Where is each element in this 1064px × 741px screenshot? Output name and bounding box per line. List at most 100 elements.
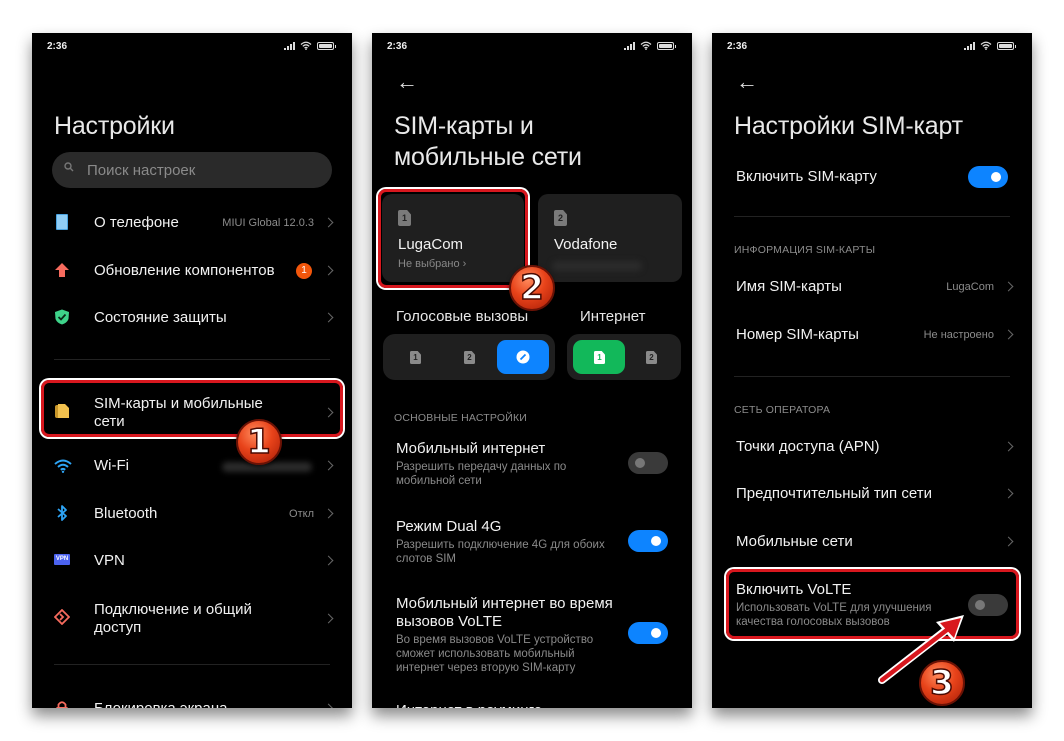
settings-item-component-update[interactable]: Обновление компонентов 1 (32, 261, 352, 281)
internet-selector: 1 2 (567, 334, 681, 380)
highlight-frame (41, 380, 343, 437)
item-label: Подключение и общий доступ (94, 601, 252, 636)
setting-title: Режим Dual 4G (396, 518, 502, 535)
ask-every-time-icon (516, 350, 530, 364)
section-header-basic: ОСНОВНЫЕ НАСТРОЙКИ (394, 412, 528, 424)
signal-icon (964, 41, 975, 50)
setting-title: Точки доступа (APN) (736, 438, 880, 455)
divider (54, 359, 330, 360)
setting-enable-sim[interactable]: Включить SIM-карту (712, 166, 1032, 188)
chevron-right-icon (1003, 536, 1014, 547)
update-arrow-icon (55, 263, 69, 277)
setting-sim-name[interactable]: Имя SIM-карты LugaCom (712, 278, 1032, 298)
divider (734, 216, 1010, 217)
section-header-operator: СЕТЬ ОПЕРАТОРА (734, 404, 831, 416)
setting-description-line: сможет использовать мобильный (396, 648, 575, 660)
setting-title-line: Мобильный интернет во время (396, 595, 613, 612)
setting-description-line: мобильной сети (396, 475, 482, 487)
chevron-right-icon (1003, 488, 1014, 499)
page-title: Настройки (54, 112, 175, 140)
chevron-right-icon (323, 613, 334, 624)
settings-item-lock-screen[interactable]: Блокировка экрана (32, 699, 352, 708)
settings-item-wifi[interactable]: Wi-Fi (32, 456, 352, 476)
enable-sim-toggle[interactable] (968, 166, 1008, 188)
setting-title: Включить SIM-карту (736, 168, 877, 185)
chevron-right-icon (323, 265, 334, 276)
wifi-icon (54, 459, 72, 473)
mobile-data-toggle[interactable] (628, 452, 668, 474)
setting-preferred-network-type[interactable]: Предпочтительный тип сети (712, 485, 1032, 505)
voice-option-sim1[interactable]: 1 (389, 340, 441, 374)
item-label: Wi-Fi (94, 457, 129, 474)
chevron-right-icon (1003, 329, 1014, 340)
sim-card-2[interactable]: 2 Vodafone (538, 194, 682, 282)
setting-description-line: Во время вызовов VoLTE устройство (396, 634, 594, 646)
setting-title: Имя SIM-карты (736, 278, 842, 295)
internet-option-sim1[interactable]: 1 (573, 340, 625, 374)
signal-icon (624, 41, 635, 50)
item-label: О телефоне (94, 214, 179, 231)
title-line-2: мобильные сети (394, 143, 582, 171)
chevron-right-icon (323, 555, 334, 566)
setting-data-during-volte[interactable]: Мобильный интернет во время вызовов VoLT… (372, 595, 692, 675)
status-bar: 2:36 (712, 33, 1032, 59)
chevron-right-icon (323, 703, 334, 708)
settings-item-about-phone[interactable]: О телефоне MIUI Global 12.0.3 (32, 213, 352, 233)
setting-title-line: вызовов VoLTE (396, 613, 502, 630)
item-value: Откл (289, 508, 314, 520)
setting-description-line: Разрешить подключение 4G для обоих (396, 539, 605, 551)
voice-option-ask[interactable] (497, 340, 549, 374)
step-badge: 3 (919, 660, 965, 706)
settings-item-bluetooth[interactable]: Bluetooth Откл (32, 504, 352, 524)
voice-calls-selector: 1 2 (383, 334, 555, 380)
back-arrow-icon[interactable]: ← (396, 69, 418, 95)
item-label: Обновление компонентов (94, 262, 275, 279)
status-time: 2:36 (387, 41, 408, 52)
settings-item-vpn[interactable]: VPN VPN (32, 551, 352, 571)
search-placeholder: Поиск настроек (87, 162, 196, 179)
setting-mobile-data[interactable]: Мобильный интернет Разрешить передачу да… (372, 440, 692, 490)
sim-name: Vodafone (554, 236, 618, 253)
item-label: Блокировка экрана (94, 700, 227, 708)
wifi-status-icon (640, 41, 652, 50)
connection-sharing-icon (54, 609, 70, 625)
settings-item-security-status[interactable]: Состояние защиты (32, 308, 352, 328)
search-icon (64, 162, 74, 172)
screen-sim-settings: 2:36 ← Настройки SIM-карт Включить SIM-к… (712, 33, 1032, 708)
search-input[interactable]: Поиск настроек (52, 152, 332, 188)
settings-item-connection-sharing[interactable]: Подключение и общий доступ (32, 599, 352, 639)
setting-mobile-networks[interactable]: Мобильные сети (712, 533, 1032, 553)
divider (734, 376, 1010, 377)
back-arrow-icon[interactable]: ← (736, 69, 758, 95)
internet-option-sim2[interactable]: 2 (625, 340, 677, 374)
setting-title: Номер SIM-карты (736, 326, 859, 343)
setting-description-line: интернет через вторую SIM-карту (396, 662, 576, 674)
sim-status-blurred (552, 261, 642, 271)
setting-dual-4g[interactable]: Режим Dual 4G Разрешить подключение 4G д… (372, 518, 692, 568)
item-value: MIUI Global 12.0.3 (222, 217, 314, 229)
sim-slot-2-icon: 2 (554, 210, 567, 226)
battery-icon (317, 41, 336, 50)
notification-badge: 1 (296, 263, 312, 279)
dual-4g-toggle[interactable] (628, 530, 668, 552)
setting-title: Интернет в роуминге (396, 702, 542, 708)
phone-icon (56, 214, 68, 230)
sim-2-icon: 2 (646, 351, 657, 364)
sim-2-icon: 2 (464, 351, 475, 364)
setting-roaming[interactable]: Интернет в роуминге (372, 702, 692, 708)
battery-icon (657, 41, 676, 50)
chevron-right-icon (1003, 281, 1014, 292)
status-bar: 2:36 (32, 33, 352, 59)
bluetooth-icon (57, 505, 67, 521)
setting-value: LugaCom (946, 281, 994, 293)
setting-sim-number[interactable]: Номер SIM-карты Не настроено (712, 326, 1032, 346)
setting-description-line: слотов SIM (396, 553, 457, 565)
item-label: Bluetooth (94, 505, 158, 522)
voice-option-sim2[interactable]: 2 (443, 340, 495, 374)
page-title: SIM-карты и мобильные сети (394, 111, 582, 173)
chevron-right-icon (323, 508, 334, 519)
setting-value: Не настроено (923, 329, 994, 341)
data-during-volte-toggle[interactable] (628, 622, 668, 644)
setting-title: Мобильные сети (736, 533, 853, 550)
setting-apn[interactable]: Точки доступа (APN) (712, 438, 1032, 458)
